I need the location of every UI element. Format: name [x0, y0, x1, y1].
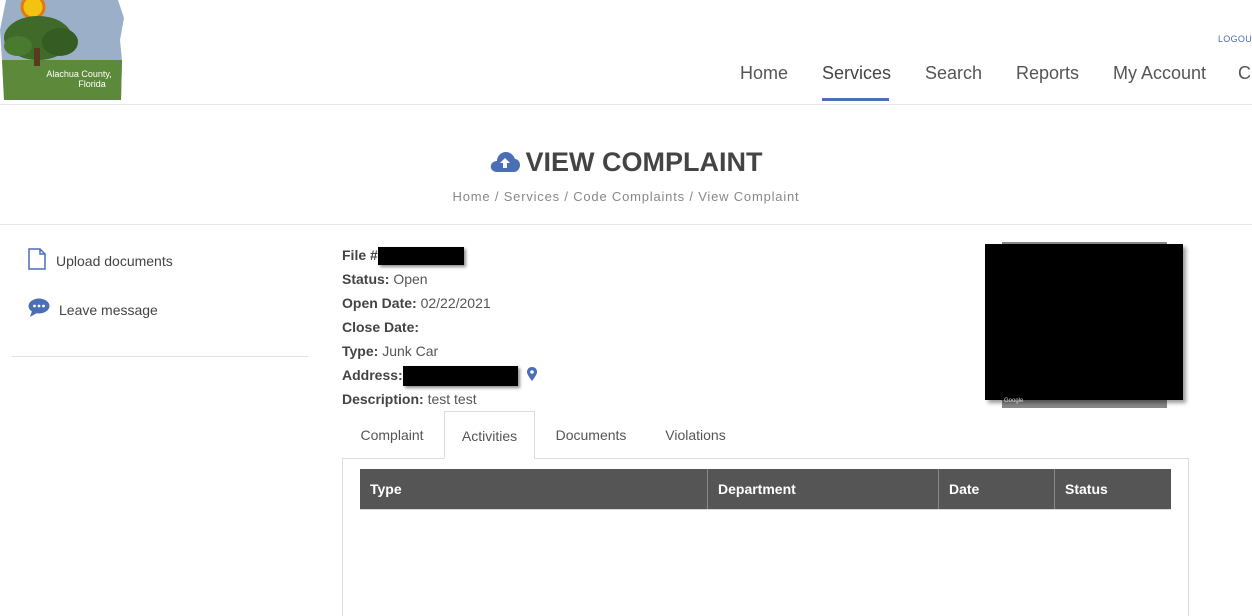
description-value: test test	[427, 391, 477, 407]
upload-documents-label: Upload documents	[56, 252, 173, 269]
map-thumbnail-redacted[interactable]	[985, 244, 1183, 400]
open-date-row: Open Date: 02/22/2021	[342, 294, 491, 312]
column-header-department[interactable]: Department	[708, 469, 938, 509]
nav-active-indicator	[822, 98, 889, 101]
logo-text-line2: Florida	[78, 79, 106, 89]
logout-link[interactable]: LOGOUT	[1218, 34, 1252, 44]
nav-my-account[interactable]: My Account	[1113, 63, 1206, 84]
leave-message-label: Leave message	[59, 301, 158, 318]
status-label: Status:	[342, 271, 390, 287]
open-date-value: 02/22/2021	[420, 295, 491, 311]
file-number-row: File #	[342, 246, 464, 266]
cloud-upload-icon	[490, 149, 520, 180]
status-row: Status: Open	[342, 270, 428, 288]
map-attribution: Google	[1004, 398, 1024, 404]
page-title: VIEW COMPLAINT	[0, 147, 1252, 180]
file-icon	[28, 248, 46, 273]
logo-text-line1: Alachua County,	[46, 69, 111, 79]
address-label: Address:	[342, 367, 403, 383]
close-date-label: Close Date:	[342, 319, 420, 335]
site-header: Alachua County, Florida LOGOUT Home Serv…	[0, 0, 1252, 105]
breadcrumb: Home / Services / Code Complaints / View…	[0, 189, 1252, 204]
redacted-address	[402, 366, 518, 387]
nav-search[interactable]: Search	[925, 63, 982, 84]
open-date-label: Open Date:	[342, 295, 417, 311]
breadcrumb-home[interactable]: Home	[453, 189, 491, 204]
tab-activities[interactable]: Activities	[444, 411, 535, 459]
nav-services[interactable]: Services	[822, 63, 891, 84]
page-title-text: VIEW COMPLAINT	[525, 147, 763, 177]
nav-home[interactable]: Home	[740, 63, 788, 84]
breadcrumb-separator: /	[564, 189, 569, 204]
tab-documents[interactable]: Documents	[539, 411, 643, 459]
type-row: Type: Junk Car	[342, 342, 438, 360]
upload-documents-link[interactable]: Upload documents	[28, 248, 173, 273]
breadcrumb-separator: /	[689, 189, 694, 204]
nav-reports[interactable]: Reports	[1016, 63, 1079, 84]
description-label: Description:	[342, 391, 424, 407]
nav-truncated-item[interactable]: C	[1238, 63, 1251, 84]
alachua-county-logo[interactable]: Alachua County, Florida	[0, 0, 124, 104]
type-label: Type:	[342, 343, 379, 359]
breadcrumb-current: View Complaint	[698, 189, 800, 204]
tab-violations[interactable]: Violations	[647, 411, 744, 459]
column-header-type[interactable]: Type	[360, 469, 707, 509]
description-row: Description: test test	[342, 390, 477, 408]
breadcrumb-separator: /	[494, 189, 500, 204]
address-row: Address:	[342, 366, 537, 387]
file-number-label: File #	[342, 247, 378, 263]
redacted-file-number	[377, 247, 464, 266]
leave-message-link[interactable]: Leave message	[28, 298, 158, 321]
sidebar-divider	[12, 356, 308, 357]
type-value: Junk Car	[382, 343, 439, 359]
page-title-section: VIEW COMPLAINT Home / Services / Code Co…	[0, 105, 1252, 225]
column-header-status[interactable]: Status	[1055, 469, 1171, 509]
tab-complaint[interactable]: Complaint	[344, 411, 440, 459]
column-header-date[interactable]: Date	[939, 469, 1054, 509]
breadcrumb-services[interactable]: Services	[504, 189, 560, 204]
breadcrumb-code-complaints[interactable]: Code Complaints	[573, 189, 685, 204]
close-date-row: Close Date:	[342, 318, 419, 336]
status-value: Open	[393, 271, 428, 287]
map-pin-icon[interactable]	[526, 367, 537, 385]
chat-bubble-icon	[28, 298, 50, 321]
activities-table: Type Department Date Status	[360, 469, 1171, 510]
